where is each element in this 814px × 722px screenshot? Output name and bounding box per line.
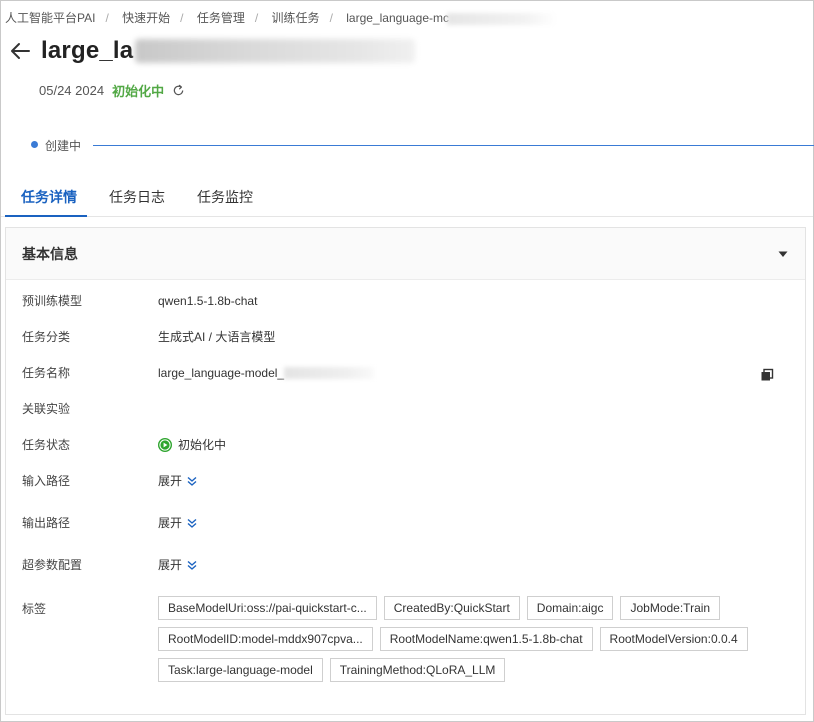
field-label: 预训练模型 [22,294,83,308]
field-tags: 标签 [22,600,158,617]
double-chevron-down-icon [187,476,197,486]
tag-item: RootModelName:qwen1.5-1.8b-chat [379,627,593,651]
field-label: 输入路径 [22,474,71,488]
double-chevron-down-icon [187,518,197,528]
double-chevron-down-icon [187,560,197,570]
tab-task-logs[interactable]: 任务日志 [91,177,179,216]
field-experiment: 关联实验 [22,400,158,417]
field-value: large_language-model_ [158,365,375,380]
field-output-path: 输出路径 展开 [22,514,197,531]
breadcrumb-separator: / [180,11,184,25]
field-label: 任务名称 [22,366,71,380]
step-label: 创建中 [45,139,82,153]
field-category: 任务分类 生成式AI / 大语言模型 [22,328,275,345]
redacted-text [284,366,375,379]
breadcrumb-item-current: large_language-mc [346,11,449,25]
tag-list: BaseModelUri:oss://pai-quickstart-c... C… [158,596,778,682]
caret-down-icon[interactable] [777,248,789,260]
breadcrumb-item-training-tasks[interactable]: 训练任务 [272,11,320,25]
breadcrumb-item-pai[interactable]: 人工智能平台PAI [5,11,95,25]
expand-label: 展开 [158,558,183,572]
breadcrumb-item-quickstart[interactable]: 快速开始 [122,11,170,25]
title-row: large_la [9,37,416,65]
progress-steps: 创建中 [31,137,814,153]
tab-bar: 任务详情 任务日志 任务监控 [1,177,813,217]
field-label: 关联实验 [22,402,71,416]
task-name-text: large_language-model_ [158,365,285,380]
tag-item: JobMode:Train [620,596,721,620]
breadcrumb-separator: / [105,11,109,25]
field-task-name: 任务名称 large_language-model_ [22,364,375,381]
breadcrumb: 人工智能平台PAI / 快速开始 / 任务管理 / 训练任务 / large_langu… [5,9,557,26]
basic-info-panel: 基本信息 预训练模型 qwen1.5-1.8b-chat 任务分类 生成式AI … [5,227,806,715]
expand-label: 展开 [158,516,183,530]
tag-item: Task:large-language-model [158,658,323,682]
panel-title: 基本信息 [22,245,78,262]
expand-output-path-button[interactable]: 展开 [158,514,197,531]
progress-line [93,145,814,146]
meta-row: 05/24 2024 初始化中 [39,81,185,100]
expand-label: 展开 [158,474,183,488]
tab-task-monitoring[interactable]: 任务监控 [179,177,267,216]
field-label: 输出路径 [22,516,71,530]
step-dot-icon [31,141,38,148]
field-value: 初始化中 [158,436,226,453]
field-label: 任务分类 [22,330,71,344]
status-text: 初始化中 [178,438,227,452]
page-title: large_la [41,37,134,64]
field-pretrained-model: 预训练模型 qwen1.5-1.8b-chat [22,292,257,309]
tab-task-details[interactable]: 任务详情 [1,177,91,217]
field-label: 任务状态 [22,438,71,452]
field-task-status: 任务状态 初始化中 [22,436,226,453]
tag-item: TrainingMethod:QLoRA_LLM [329,658,506,682]
redacted-title [135,39,416,63]
redacted-text [446,12,557,25]
pretrained-model-link[interactable]: qwen1.5-1.8b-chat [158,294,257,308]
expand-hyperparams-button[interactable]: 展开 [158,556,197,573]
tag-item: RootModelID:model-mddx907cpva... [158,627,373,651]
breadcrumb-separator: / [254,11,259,25]
field-hyperparams: 超参数配置 展开 [22,556,197,573]
tag-item: CreatedBy:QuickStart [383,596,520,620]
breadcrumb-separator: / [329,11,333,25]
expand-input-path-button[interactable]: 展开 [158,472,197,489]
status-badge: 初始化中 [112,84,165,99]
back-arrow-icon[interactable] [9,40,31,62]
field-value: 生成式AI / 大语言模型 [158,330,276,344]
refresh-icon[interactable] [172,84,185,97]
created-date: 05/24 2024 [39,83,105,98]
field-input-path: 输入路径 展开 [22,472,197,489]
breadcrumb-item-task-management[interactable]: 任务管理 [197,11,245,25]
tag-item: BaseModelUri:oss://pai-quickstart-c... [158,596,377,620]
play-circle-icon [158,437,172,452]
field-label: 标签 [22,602,47,616]
tag-item: RootModelVersion:0.0.4 [599,627,748,651]
tag-item: Domain:aigc [526,596,614,620]
field-label: 超参数配置 [22,558,83,572]
copy-icon[interactable] [760,368,774,382]
panel-header[interactable]: 基本信息 [6,228,805,280]
